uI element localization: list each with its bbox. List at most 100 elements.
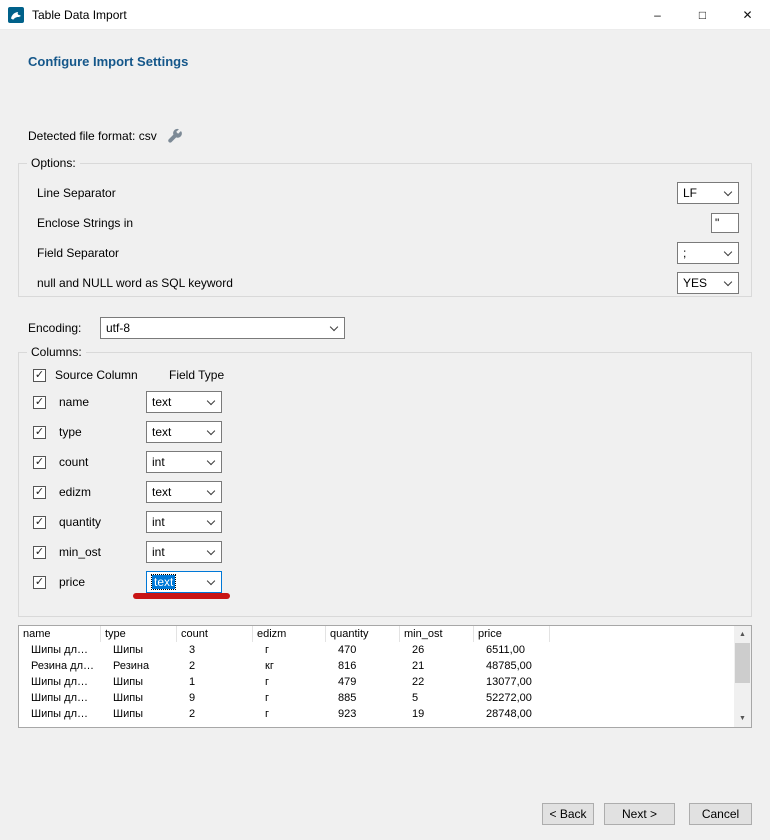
column-checkbox[interactable]: ✓ [33, 546, 46, 559]
table-cell: 5 [400, 690, 474, 706]
table-cell: 13077,00 [474, 674, 550, 690]
check-icon: ✓ [35, 487, 44, 498]
table-cell: Шипы дл… [19, 706, 101, 722]
minimize-button[interactable]: – [635, 0, 680, 30]
next-button[interactable]: Next > [604, 803, 675, 825]
field-type-select-price[interactable]: text [146, 571, 222, 593]
line-separator-select[interactable]: LF [677, 182, 739, 204]
scrollbar-thumb[interactable] [735, 643, 750, 683]
null-keyword-row: null and NULL word as SQL keyword YES [37, 268, 739, 298]
preview-header-row: name type count edizm quantity min_ost p… [19, 626, 751, 642]
field-separator-value: ; [683, 246, 686, 260]
table-cell: 1 [177, 674, 253, 690]
table-cell: Резина [101, 658, 177, 674]
column-name-label: type [59, 425, 146, 439]
preview-col-header: min_ost [400, 626, 474, 642]
columns-group: Columns: ✓ Source Column Field Type ✓ na… [18, 352, 752, 617]
column-name-label: count [59, 455, 146, 469]
preview-table: name type count edizm quantity min_ost p… [18, 625, 752, 728]
detected-format-label: Detected file format: csv [28, 129, 157, 143]
check-icon: ✓ [35, 370, 44, 381]
field-type-select-quantity[interactable]: int [146, 511, 222, 533]
chevron-down-icon [207, 547, 215, 555]
scroll-up-icon[interactable]: ▲ [734, 626, 751, 643]
column-checkbox[interactable]: ✓ [33, 576, 46, 589]
field-type-value: int [152, 515, 165, 529]
field-type-value: int [152, 545, 165, 559]
table-row: Шипы дл… Шипы 9 г 885 5 52272,00 [19, 690, 751, 706]
vertical-scrollbar[interactable]: ▲ ▼ [734, 626, 751, 727]
field-type-select-min-ost[interactable]: int [146, 541, 222, 563]
table-cell: 6511,00 [474, 642, 550, 658]
options-group: Options: Line Separator LF Enclose Strin… [18, 163, 752, 297]
field-type-value: int [152, 455, 165, 469]
close-button[interactable]: ✕ [725, 0, 770, 30]
enclose-strings-row: Enclose Strings in [37, 208, 739, 238]
table-cell: Шипы [101, 690, 177, 706]
table-cell: Шипы [101, 706, 177, 722]
table-cell: 48785,00 [474, 658, 550, 674]
field-type-select-count[interactable]: int [146, 451, 222, 473]
preview-col-header: count [177, 626, 253, 642]
table-cell: 2 [177, 706, 253, 722]
table-cell: кг [253, 658, 326, 674]
chevron-down-icon [724, 248, 732, 256]
encoding-select[interactable]: utf-8 [100, 317, 345, 339]
options-legend: Options: [27, 156, 80, 170]
table-cell: 19 [400, 706, 474, 722]
column-checkbox[interactable]: ✓ [33, 426, 46, 439]
table-cell: 3 [177, 642, 253, 658]
column-checkbox[interactable]: ✓ [33, 456, 46, 469]
field-type-select-name[interactable]: text [146, 391, 222, 413]
column-checkbox[interactable]: ✓ [33, 396, 46, 409]
field-type-select-edizm[interactable]: text [146, 481, 222, 503]
line-separator-value: LF [683, 186, 697, 200]
chevron-down-icon [207, 427, 215, 435]
field-separator-select[interactable]: ; [677, 242, 739, 264]
chevron-down-icon [207, 487, 215, 495]
check-icon: ✓ [35, 397, 44, 408]
chevron-down-icon [207, 517, 215, 525]
annotation-underline [133, 593, 230, 599]
table-cell: г [253, 642, 326, 658]
column-checkbox[interactable]: ✓ [33, 516, 46, 529]
back-button[interactable]: < Back [542, 803, 594, 825]
field-type-header: Field Type [169, 368, 224, 382]
null-keyword-select[interactable]: YES [677, 272, 739, 294]
table-cell: 923 [326, 706, 400, 722]
table-cell: Резина дл… [19, 658, 101, 674]
encoding-label: Encoding: [28, 321, 100, 335]
columns-header-row: ✓ Source Column Field Type [33, 363, 751, 387]
null-keyword-value: YES [683, 276, 707, 290]
column-row-name: ✓ name text [33, 387, 751, 417]
page-title: Configure Import Settings [28, 54, 188, 69]
column-checkbox[interactable]: ✓ [33, 486, 46, 499]
table-cell: Шипы дл… [19, 674, 101, 690]
table-row: Шипы дл… Шипы 2 г 923 19 28748,00 [19, 706, 751, 722]
scroll-down-icon[interactable]: ▼ [734, 710, 751, 727]
enclose-strings-input[interactable] [711, 213, 739, 233]
column-row-count: ✓ count int [33, 447, 751, 477]
wrench-icon[interactable] [167, 128, 183, 144]
check-icon: ✓ [35, 547, 44, 558]
field-type-select-type[interactable]: text [146, 421, 222, 443]
field-separator-row: Field Separator ; [37, 238, 739, 268]
select-all-checkbox[interactable]: ✓ [33, 369, 46, 382]
encoding-value: utf-8 [106, 321, 130, 335]
preview-col-header: type [101, 626, 177, 642]
table-cell: Шипы [101, 674, 177, 690]
columns-legend: Columns: [27, 345, 86, 359]
line-separator-label: Line Separator [37, 186, 116, 200]
chevron-down-icon [724, 278, 732, 286]
cancel-button[interactable]: Cancel [689, 803, 752, 825]
column-name-label: quantity [59, 515, 146, 529]
field-type-value: text [152, 425, 171, 439]
table-cell: 21 [400, 658, 474, 674]
check-icon: ✓ [35, 457, 44, 468]
table-cell: 9 [177, 690, 253, 706]
line-separator-row: Line Separator LF [37, 178, 739, 208]
maximize-button[interactable]: □ [680, 0, 725, 30]
preview-col-header: edizm [253, 626, 326, 642]
column-row-edizm: ✓ edizm text [33, 477, 751, 507]
field-type-value-selected: text [152, 575, 175, 589]
